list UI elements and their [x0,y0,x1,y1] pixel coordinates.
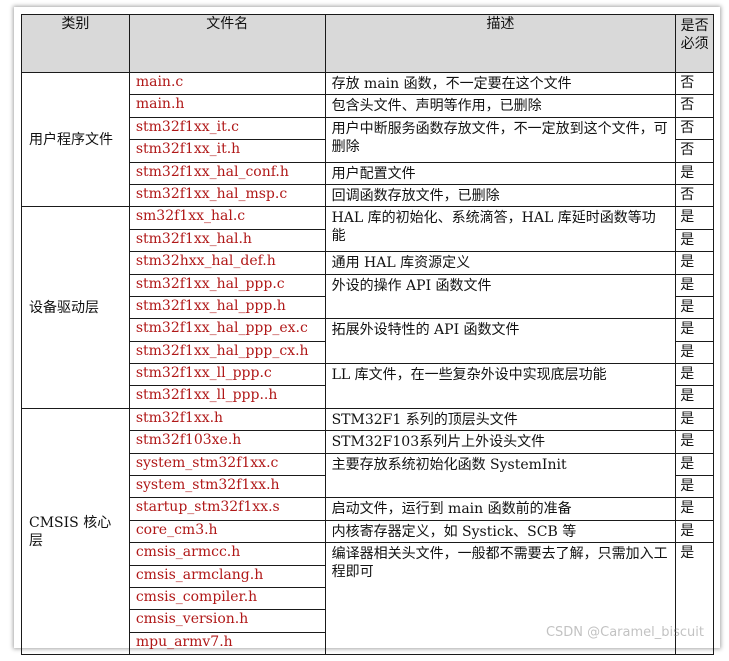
filename-cell: system_stm32f1xx.h [128,475,326,499]
filename-cell: stm32f1xx_hal_ppp.c [128,273,326,297]
file-table: 类别 文件名 描述 是否必须 用户程序文件 main.c 存放 main 函数，不一… [21,14,714,656]
required-cell: 否 [675,71,714,96]
description-cell: LL 库文件，在一些复杂外设中实现底层功能 [324,363,677,409]
table-row: CMSIS 核心层 stm32f1xx.h STM32F1 系列的顶层头文件是 [21,407,714,656]
filename-cell: cmsis_armcc.h [128,542,326,566]
required-cell: 是 [675,318,714,342]
filename-cell: stm32f1xx_hal_ppp.h [128,295,326,320]
category-cell: 设备驱动层 [21,206,130,409]
filename-cell: stm32f1xx_hal.h [128,228,326,253]
filename-cell: stm32f1xx_it.c [128,116,326,141]
description-cell: 拓展外设特性的 API 函数文件 [324,318,677,365]
filename-cell: mpu_armv7.h [128,631,326,656]
description-cell: 包含头文件、声明等作用，已删除 [324,94,677,118]
required-cell: 是 [675,407,714,432]
required-cell: 否 [675,139,714,163]
required-cell: 是 [675,497,714,521]
required-cell: 是 [675,475,714,499]
required-cell: 是 [675,228,714,253]
required-cell: 是 [675,452,714,477]
category-cell: 用户程序文件 [21,71,130,208]
description-cell: 外设的操作 API 函数文件 [324,273,677,320]
required-cell: 是 [675,340,714,365]
filename-cell: core_cm3.h [128,519,326,544]
required-cell: 是 [675,430,714,454]
header-description: 描述 [324,14,677,73]
description-cell: 回调函数存放文件，已删除 [324,183,677,208]
required-cell: 是 [675,295,714,320]
required-cell: 是 [675,519,714,544]
header-required: 是否必须 [675,14,714,73]
required-cell: 是 [675,251,714,275]
required-cell: 否 [675,116,714,141]
filename-cell: cmsis_compiler.h [128,586,326,611]
filename-cell: stm32f1xx_ll_ppp.c [128,363,326,387]
filename-cell: sm32f1xx_hal.c [128,206,326,230]
table-row: 设备驱动层 sm32f1xx_hal.c HAL 库的初始化、系统滴答，HAL 库延… [21,206,714,409]
table-row: 用户程序文件 main.c 存放 main 函数，不一定要在这个文件否 [21,71,714,208]
filename-cell: stm32f1xx_hal_ppp_ex.c [128,318,326,342]
filename-cell: stm32f1xx_hal_conf.h [128,161,326,185]
description-cell: HAL 库的初始化、系统滴答，HAL 库延时函数等功能 [324,206,677,253]
description-cell: STM32F103系列片上外设头文件 [324,430,677,454]
description-cell: 用户中断服务函数存放文件，不一定放到这个文件，可删除 [324,116,677,163]
watermark: CSDN @Caramel_biscuit [545,625,704,640]
filename-cell: cmsis_armclang.h [128,564,326,588]
description-cell: 用户配置文件 [324,161,677,185]
header-category: 类别 [21,14,130,73]
filename-cell: stm32f1xx_hal_ppp_cx.h [128,340,326,365]
filename-cell: stm32f1xx_hal_msp.c [128,183,326,208]
filename-cell: stm32hxx_hal_def.h [128,251,326,275]
description-cell: STM32F1 系列的顶层头文件 [324,407,677,432]
required-cell: 是 [675,363,714,387]
table-body: 用户程序文件 main.c 存放 main 函数，不一定要在这个文件否 main.h 包… [21,71,714,656]
header-row: 类别 文件名 描述 是否必须 [21,14,714,73]
header-filename: 文件名 [128,14,326,73]
filename-cell: stm32f1xx.h [128,407,326,432]
filename-cell: stm32f1xx_ll_ppp..h [128,385,326,409]
description-cell: 启动文件，运行到 main 函数前的准备 [324,497,677,521]
filename-cell: cmsis_version.h [128,609,326,633]
description-cell: 主要存放系统初始化函数 SystemInit [324,452,677,499]
filename-cell: main.h [128,94,326,118]
required-cell: 否 [675,94,714,118]
filename-cell: main.c [128,71,326,96]
filename-cell: system_stm32f1xx.c [128,452,326,477]
description-cell: 通用 HAL 库资源定义 [324,251,677,275]
category-cell: CMSIS 核心层 [21,407,130,656]
required-cell: 是 [675,206,714,230]
required-cell: 否 [675,183,714,208]
document-frame: 类别 文件名 描述 是否必须 用户程序文件 main.c 存放 main 函数，不一… [14,7,720,656]
required-cell: 是 [675,161,714,185]
filename-cell: startup_stm32f1xx.s [128,497,326,521]
required-cell: 是 [675,385,714,409]
description-cell: 存放 main 函数，不一定要在这个文件 [324,71,677,96]
filename-cell: stm32f103xe.h [128,430,326,454]
filename-cell: stm32f1xx_it.h [128,139,326,163]
required-cell: 是 [675,273,714,297]
description-cell: 内核寄存器定义，如 Systick、SCB 等 [324,519,677,544]
